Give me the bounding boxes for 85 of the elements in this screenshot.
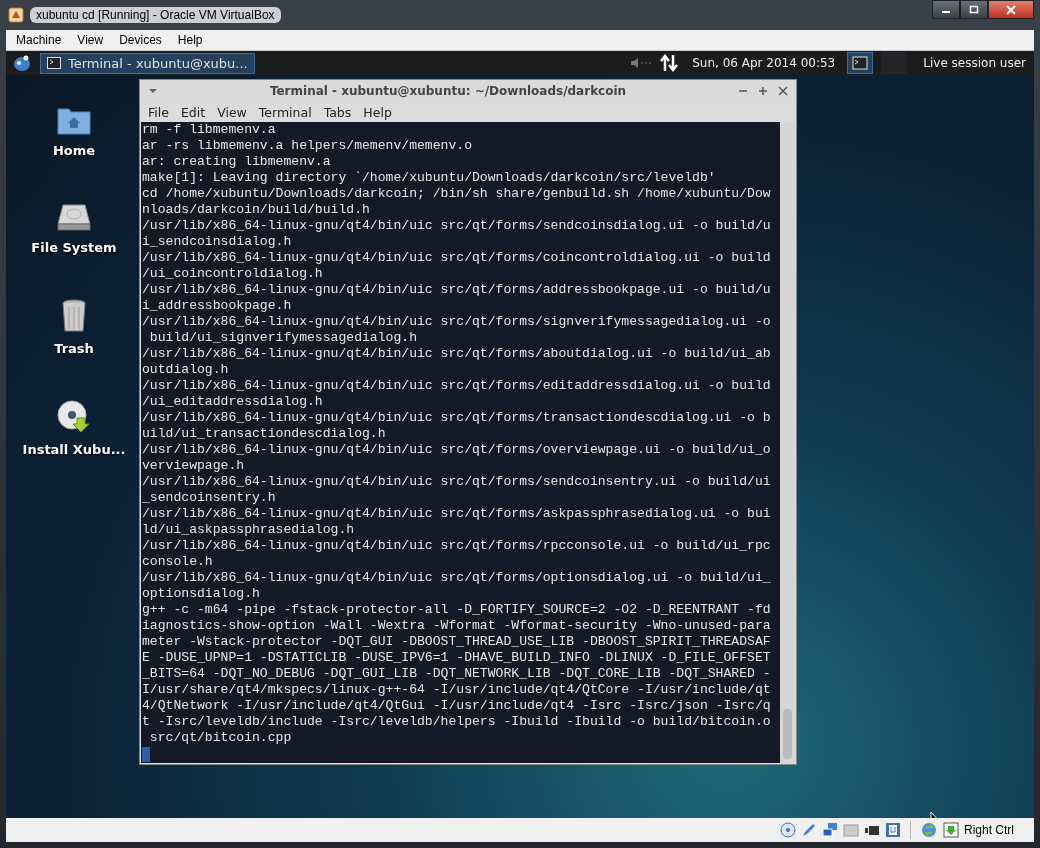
terminal-line: /usr/lib/x86_64-linux-gnu/qt4/bin/uic src/qt/forms/rpcconsole.ui -o build/ui_rpc: [142, 538, 771, 554]
terminal-line: E -DUSE_UPNP=1 -DSTATICLIB -DUSE_IPV6=1 -DHAVE_BUILD_INFO -DLINUX -D_FILE_OFFSET: [142, 650, 771, 666]
desktop-icon[interactable]: Home: [24, 105, 124, 158]
terminal-line: 4/QtNetwork -I/usr/include/qt4/QtGui -I/usr/include/qt4 -Isrc -Isrc/json -Isrc/q: [142, 698, 771, 714]
terminal-line: _BITS=64 -DQT_NO_DEBUG -DQT_GUI_LIB -DQT_NETWORK_LIB -DQT_CORE_LIB -DQT_SHARED -: [142, 666, 771, 682]
terminal-line: i_sendcoinsdialog.h: [142, 234, 292, 250]
menu-item[interactable]: View: [211, 103, 253, 121]
terminal-line: rm -f libmemenv.a: [142, 122, 276, 138]
terminal-line: g++ -c -m64 -pipe -fstack-protector-all -D_FORTIFY_SOURCE=2 -O2 -D_REENTRANT -fd: [142, 602, 771, 618]
workspace-button[interactable]: [847, 52, 874, 74]
window-menu-caret-icon[interactable]: [148, 88, 158, 94]
close-icon[interactable]: [778, 86, 788, 96]
terminal-line: outdialog.h: [142, 362, 229, 378]
terminal-line: nloads/darkcoin/build/build.h: [142, 202, 370, 218]
globe-arrow-icon[interactable]: [920, 821, 938, 839]
terminal-line: make[1]: Leaving directory `/home/xubuntu/Downloads/darkcoin/src/leveldb': [142, 170, 716, 186]
terminal-line: /usr/lib/x86_64-linux-gnu/qt4/bin/uic src/qt/forms/editaddressdialog.ui -o build: [142, 378, 771, 394]
terminal-line: _sendcoinsentry.h: [142, 490, 276, 506]
window-title: xubuntu cd [Running] - Oracle VM VirtualBox: [30, 7, 281, 23]
terminal-line: uild/ui_transactiondescdialog.h: [142, 426, 386, 442]
terminal-line: ar: creating libmemenv.a: [142, 154, 331, 170]
desktop-icon[interactable]: Install Xubu...: [24, 400, 124, 457]
terminal-icon: [47, 57, 61, 69]
session-user-label[interactable]: Live session user: [923, 56, 1026, 70]
usb-chip-icon[interactable]: [885, 822, 901, 838]
terminal-line: /usr/lib/x86_64-linux-gnu/qt4/bin/uic src/qt/forms/transactiondescdialog.ui -o b: [142, 410, 771, 426]
maximize-button[interactable]: [960, 0, 988, 19]
menu-item[interactable]: File: [142, 103, 175, 121]
terminal-line: src/qt/bitcoin.cpp: [148, 730, 292, 746]
menu-item[interactable]: Machine: [8, 31, 70, 49]
terminal-line: /ui_coincontroldialog.h: [142, 266, 323, 282]
menu-item[interactable]: Help: [357, 103, 398, 121]
terminal-line: cd /home/xubuntu/Downloads/darkcoin; /bin/sh share/genbuild.sh /home/xubuntu/Dow: [142, 186, 771, 202]
terminal-line: /usr/lib/x86_64-linux-gnu/qt4/bin/uic src/qt/forms/askpassphrasedialog.ui -o bui: [142, 506, 771, 522]
disc-icon[interactable]: [780, 822, 796, 838]
terminal-line: /usr/lib/x86_64-linux-gnu/qt4/bin/uic src/qt/forms/aboutdialog.ui -o build/ui_ab: [142, 346, 771, 362]
clock[interactable]: Sun, 06 Apr 2014 00:53: [692, 56, 836, 70]
terminal-line: verviewpage.h: [142, 458, 245, 474]
desktop-icon[interactable]: Trash: [24, 299, 124, 356]
terminal-line: ld/ui_askpassphrasedialog.h: [142, 522, 355, 538]
terminal-line: /usr/lib/x86_64-linux-gnu/qt4/bin/uic src/qt/forms/coincontroldialog.ui -o build: [142, 250, 771, 266]
maximize-icon: [969, 5, 979, 14]
text-cursor: [142, 747, 150, 762]
terminal-line: /ui_editaddressdialog.h: [142, 394, 323, 410]
maximize-icon[interactable]: [758, 86, 768, 96]
terminal-line: i_addressbookpage.h: [142, 298, 292, 314]
menu-item[interactable]: Devices: [111, 31, 170, 49]
terminal-line: /usr/lib/x86_64-linux-gnu/qt4/bin/uic src/qt/forms/addressbookpage.ui -o build/u: [142, 282, 771, 298]
terminal-line: meter -Wstack-protector -DQT_GUI -DBOOST_THREAD_USE_LIB -DBOOST_SPIRIT_THREADSAF: [142, 634, 771, 650]
terminal-line: /usr/lib/x86_64-linux-gnu/qt4/bin/uic src/qt/forms/signverifymessagedialog.ui -o: [142, 314, 771, 330]
up-down-arrows-icon[interactable]: [660, 54, 679, 72]
menu-item[interactable]: Help: [169, 31, 211, 49]
terminal-line: /usr/lib/x86_64-linux-gnu/qt4/bin/uic src/qt/forms/optionsdialog.ui -o build/ui_: [142, 570, 771, 586]
home-icon: [57, 105, 91, 135]
menu-item[interactable]: Tabs: [317, 103, 358, 121]
terminal-line: I/usr/share/qt4/mkspecs/linux-g++-64 -I/usr/include/qt4/QtCore -I/usr/include/qt: [142, 682, 771, 698]
terminal-line: iagnostics-show-option -Wall -Wextra -Wformat -Wformat-security -Wno-unused-para: [142, 618, 771, 634]
down-arrow-key-icon[interactable]: [943, 822, 959, 838]
drive-icon: [57, 202, 91, 232]
speaker-icon[interactable]: [630, 57, 653, 69]
taskbar-button[interactable]: Terminal - xubuntu@xubu...: [40, 52, 255, 74]
menu-item[interactable]: Edit: [174, 103, 212, 121]
terminal-line: /usr/lib/x86_64-linux-gnu/qt4/bin/uic src/qt/forms/sendcoinsentry.ui -o build/ui: [142, 474, 771, 490]
terminal-line: optionsdialog.h: [142, 586, 260, 602]
host-key-label: Right Ctrl: [964, 823, 1014, 837]
trash-icon: [61, 299, 87, 333]
close-button[interactable]: [988, 0, 1034, 19]
terminal-line: /usr/lib/x86_64-linux-gnu/qt4/bin/uic src/qt/forms/sendcoinsdialog.ui -o build/u: [142, 218, 771, 234]
menu-item[interactable]: View: [69, 31, 112, 49]
network-screens-icon[interactable]: [822, 822, 838, 838]
terminal-line: /usr/lib/x86_64-linux-gnu/qt4/bin/uic src/qt/forms/overviewpage.ui -o build/ui_o: [142, 442, 771, 458]
disc-icon: [57, 400, 91, 434]
terminal-line: ar -rs libmemenv.a helpers/memenv/memenv.o: [142, 138, 473, 154]
minimize-button[interactable]: [932, 0, 960, 19]
app-icon: [8, 7, 24, 23]
terminal-title: Terminal - xubuntu@xubuntu: ~/Downloads/darkcoin: [268, 84, 628, 98]
scrollbar-thumb[interactable]: [783, 709, 792, 759]
scrollbar[interactable]: [780, 122, 795, 763]
pen-icon[interactable]: [801, 822, 817, 838]
close-icon: [1005, 4, 1017, 15]
desktop-icon[interactable]: File System: [24, 202, 124, 255]
menu-item[interactable]: Terminal: [252, 103, 318, 121]
terminal-line: t -Isrc/leveldb/include -Isrc/leveldb/helpers -Ibuild -Ibuild -o build/bitcoin.o: [142, 714, 771, 730]
terminal-line: build/ui_signverifymessagedialog.h: [148, 330, 417, 346]
terminal-line: console.h: [142, 554, 213, 570]
